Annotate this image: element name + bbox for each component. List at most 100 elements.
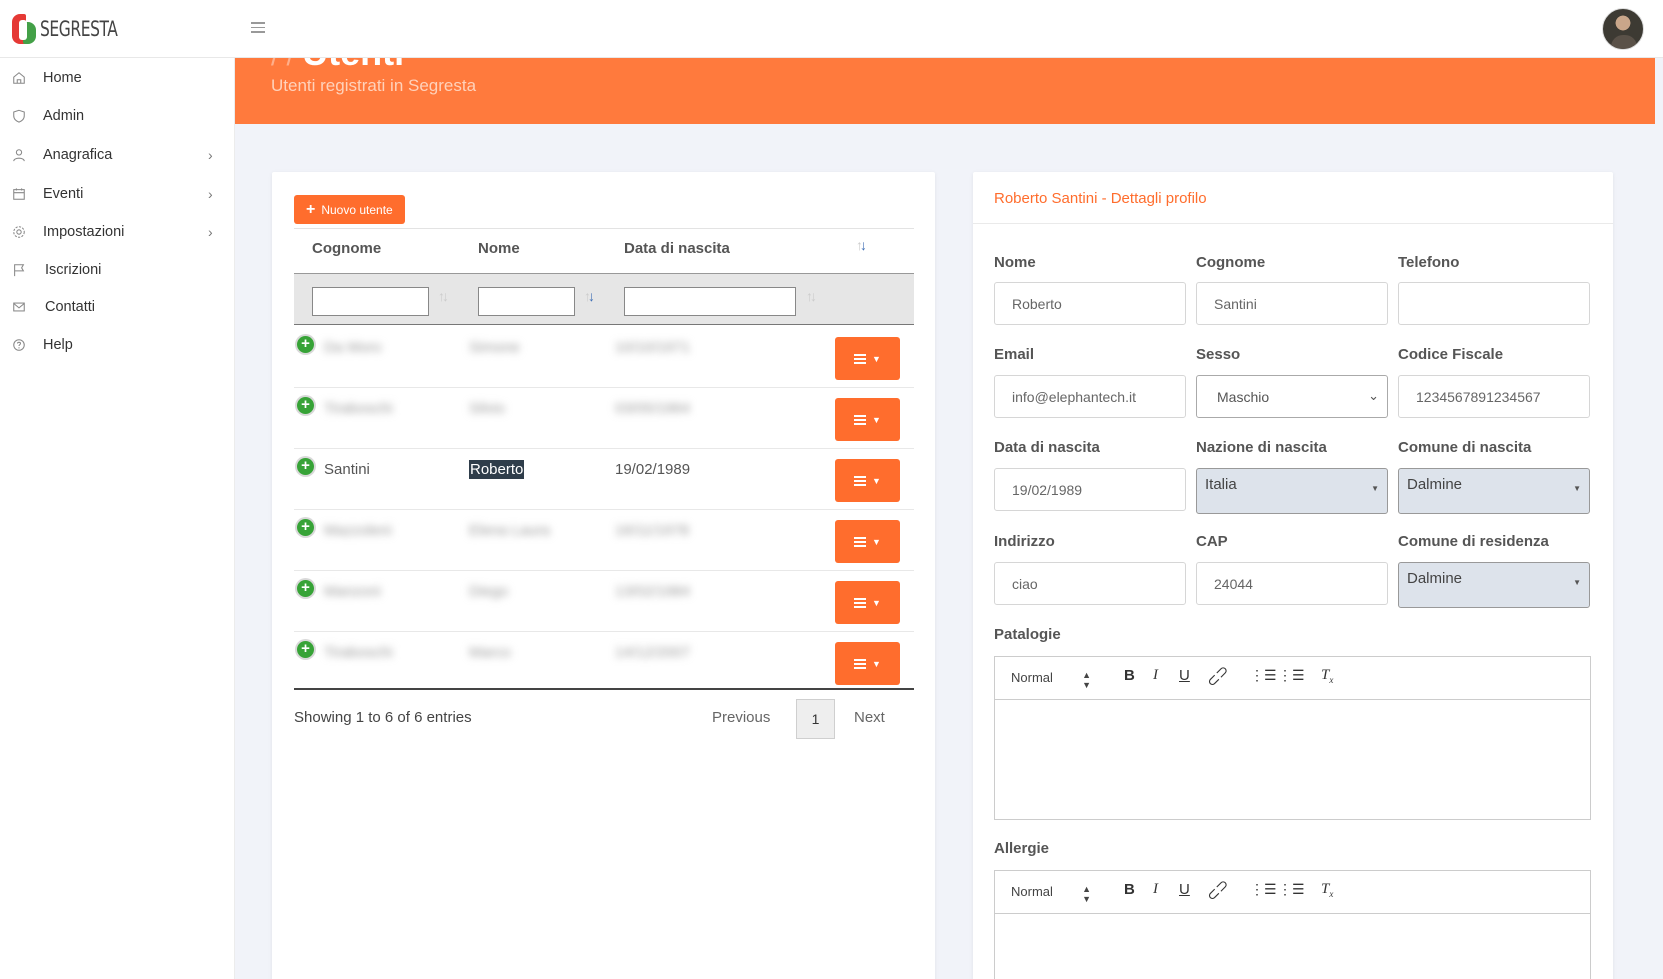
nazione-nascita-select[interactable]: Italia ▼ <box>1196 468 1388 514</box>
nome-input[interactable]: Roberto <box>994 282 1186 325</box>
divider <box>294 228 914 229</box>
cap-input[interactable]: 24044 <box>1196 562 1388 605</box>
cognome-input[interactable]: Santini <box>1196 282 1388 325</box>
comune-nascita-label: Comune di nascita <box>1398 439 1532 456</box>
email-label: Email <box>994 346 1035 363</box>
patalogie-editor[interactable]: Normal ▲ ▼ B I U ⊂⊃ ⋮☰ ⋮☰ Tx <box>994 656 1591 820</box>
data-nascita-input[interactable]: 19/02/1989 <box>994 468 1186 511</box>
clear-format-icon[interactable]: Tx <box>1321 667 1333 685</box>
row-actions-button[interactable]: ▼ <box>835 398 900 441</box>
pagination-next[interactable]: Next <box>854 709 885 726</box>
sidebar-item-home[interactable]: Home <box>0 63 235 93</box>
sidebar-item-admin[interactable]: Admin <box>0 101 235 131</box>
user-avatar[interactable] <box>1602 8 1644 50</box>
sesso-select[interactable]: Maschio ⌄ <box>1196 375 1388 418</box>
caret-down-icon: ▼ <box>1573 484 1581 493</box>
table-row[interactable]: + Tiraboschi Silvio 03/05/1964 ▼ <box>294 388 914 449</box>
codice-fiscale-input[interactable]: 1234567891234567 <box>1398 375 1590 418</box>
clear-format-icon[interactable]: Tx <box>1321 881 1333 899</box>
expand-row-icon[interactable]: + <box>297 519 314 536</box>
expand-row-icon[interactable]: + <box>297 458 314 475</box>
table-row[interactable]: + Tiraboschi Marco 14/12/2007 ▼ <box>294 632 914 693</box>
ordered-list-icon[interactable]: ⋮☰ <box>1250 667 1277 684</box>
new-user-label: Nuovo utente <box>321 202 393 217</box>
sidebar-item-iscrizioni[interactable]: Iscrizioni <box>0 255 235 285</box>
table-row[interactable]: + Da Moro Simone 10/10/1971 ▼ <box>294 327 914 388</box>
column-header-cognome[interactable]: Cognome <box>312 240 381 257</box>
table-row[interactable]: + Santini Roberto 19/02/1989 ▼ <box>294 449 914 510</box>
sidebar-item-eventi[interactable]: Eventi › <box>0 179 235 209</box>
menu-toggle-icon[interactable] <box>251 22 265 36</box>
expand-row-icon[interactable]: + <box>297 397 314 414</box>
table-row[interactable]: + Mazzoleni Elena Laura 16/11/1978 ▼ <box>294 510 914 571</box>
expand-row-icon[interactable]: + <box>297 336 314 353</box>
row-actions-button[interactable]: ▼ <box>835 642 900 685</box>
bullet-list-icon[interactable]: ⋮☰ <box>1278 881 1305 898</box>
link-icon[interactable]: ⊂⊃ <box>1202 661 1233 691</box>
cell-cognome: Manzoni <box>324 583 381 600</box>
row-actions-button[interactable]: ▼ <box>835 520 900 563</box>
pagination-page-1[interactable]: 1 <box>796 699 835 739</box>
format-value: Normal <box>1011 670 1053 685</box>
bold-icon[interactable]: B <box>1124 881 1135 898</box>
italic-icon[interactable]: I <box>1153 881 1158 898</box>
format-select[interactable]: Normal ▲ ▼ <box>1011 884 1091 904</box>
filter-nome-input[interactable] <box>478 287 575 316</box>
cell-nome: Silvio <box>469 400 505 417</box>
cell-nome: Diego <box>469 583 509 600</box>
filter-cognome-input[interactable] <box>312 287 429 316</box>
chevron-right-icon: › <box>208 147 213 163</box>
cell-data-nascita: 14/12/2007 <box>615 644 691 661</box>
gear-icon <box>13 226 25 238</box>
expand-row-icon[interactable]: + <box>297 641 314 658</box>
column-header-data-nascita[interactable]: Data di nascita <box>624 240 730 257</box>
row-actions-button[interactable]: ▼ <box>835 581 900 624</box>
indirizzo-input[interactable]: ciao <box>994 562 1186 605</box>
comune-residenza-label: Comune di residenza <box>1398 533 1549 550</box>
email-input[interactable]: info@elephantech.it <box>994 375 1186 418</box>
menu-icon <box>854 596 867 610</box>
new-user-button[interactable]: + Nuovo utente <box>294 195 405 224</box>
column-header-nome[interactable]: Nome <box>478 240 520 257</box>
sidebar-item-help[interactable]: Help <box>0 330 235 360</box>
sidebar-item-impostazioni[interactable]: Impostazioni › <box>0 217 235 247</box>
home-icon <box>13 72 25 84</box>
pagination-previous[interactable]: Previous <box>712 709 770 726</box>
link-icon[interactable]: ⊂⊃ <box>1202 875 1233 905</box>
ordered-list-icon[interactable]: ⋮☰ <box>1250 881 1277 898</box>
sort-icon: ↑↓ <box>438 288 449 304</box>
table-row[interactable]: + Manzoni Diego 13/02/1984 ▼ <box>294 571 914 632</box>
codice-fiscale-label: Codice Fiscale <box>1398 346 1504 363</box>
sidebar-item-anagrafica[interactable]: Anagrafica › <box>0 140 235 170</box>
telefono-input[interactable] <box>1398 282 1590 325</box>
filter-data-input[interactable] <box>624 287 796 316</box>
row-actions-button[interactable]: ▼ <box>835 337 900 380</box>
comune-nascita-select[interactable]: Dalmine ▼ <box>1398 468 1590 514</box>
plus-icon: + <box>306 200 316 218</box>
allergie-editor[interactable]: Normal ▲ ▼ B I U ⊂⊃ ⋮☰ ⋮☰ Tx <box>994 870 1591 979</box>
row-actions-button[interactable]: ▼ <box>835 459 900 502</box>
sesso-value: Maschio <box>1217 389 1270 405</box>
expand-row-icon[interactable]: + <box>297 580 314 597</box>
italic-icon[interactable]: I <box>1153 667 1158 684</box>
underline-icon[interactable]: U <box>1179 881 1190 898</box>
sesso-label: Sesso <box>1196 346 1241 363</box>
app-logo[interactable]: SEGRESTA <box>10 12 134 46</box>
bold-icon[interactable]: B <box>1124 667 1135 684</box>
underline-icon[interactable]: U <box>1179 667 1190 684</box>
sidebar-item-contatti[interactable]: Contatti <box>0 292 235 322</box>
cell-cognome: Da Moro <box>324 339 382 356</box>
sidebar-item-label: Impostazioni <box>43 224 125 240</box>
format-select[interactable]: Normal ▲ ▼ <box>1011 670 1091 690</box>
sort-desc-icon[interactable]: ↑↓ <box>856 237 867 253</box>
bullet-list-icon[interactable]: ⋮☰ <box>1278 667 1305 684</box>
page-title: / / Utenti <box>271 58 404 74</box>
caret-down-icon: ▼ <box>872 658 881 669</box>
logo-mark-icon <box>10 12 38 46</box>
comune-residenza-select[interactable]: Dalmine ▼ <box>1398 562 1590 608</box>
cell-cognome: Tiraboschi <box>324 644 393 661</box>
comune-residenza-value: Dalmine <box>1407 570 1463 587</box>
telefono-label: Telefono <box>1398 254 1460 271</box>
sidebar-item-label: Help <box>43 337 73 353</box>
page-subtitle: Utenti registrati in Segresta <box>271 76 477 95</box>
